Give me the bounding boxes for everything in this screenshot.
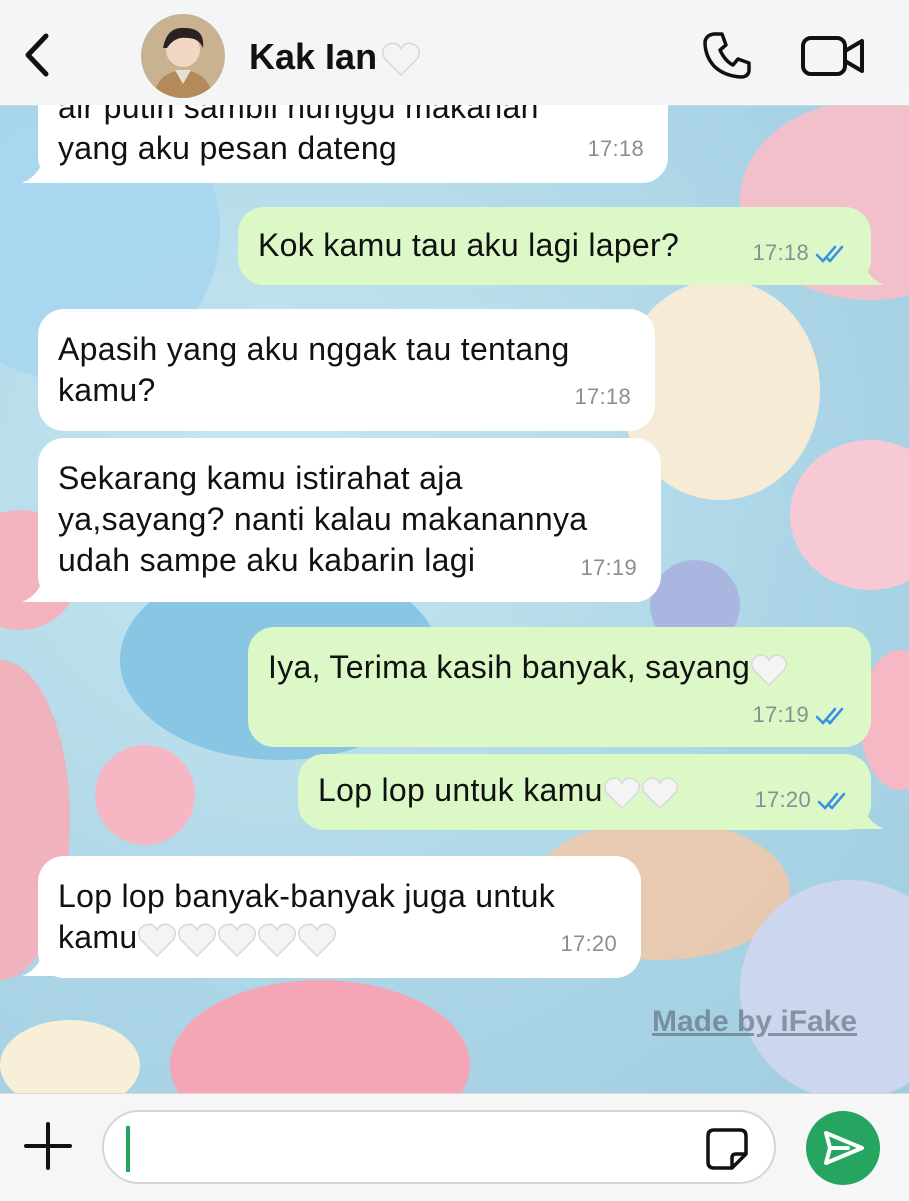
text-cursor xyxy=(126,1126,130,1172)
message-time: 17:18 xyxy=(752,240,809,265)
double-check-read-icon xyxy=(815,245,844,264)
message-text-line: udah sampe aku kabarin lagi xyxy=(58,542,476,578)
outgoing-message[interactable]: Lop lop untuk kamu 17:20 xyxy=(298,754,871,830)
outgoing-message[interactable]: Iya, Terima kasih banyak, sayang 17:19 xyxy=(248,627,871,747)
message-time: 17:18 xyxy=(574,384,631,409)
message-text-line: Sekarang kamu istirahat aja xyxy=(58,460,463,496)
message-meta: 17:20 xyxy=(754,779,851,820)
white-heart-icon xyxy=(641,776,678,809)
white-heart-icon xyxy=(382,42,421,77)
message-time: 17:20 xyxy=(754,787,811,812)
send-button[interactable] xyxy=(806,1111,880,1185)
message-text-line: Lop lop banyak-banyak juga untuk xyxy=(58,878,556,914)
message-text-line: kamu? xyxy=(58,372,156,408)
message-time: 17:19 xyxy=(752,702,809,727)
white-heart-icon xyxy=(138,922,177,957)
message-text-line: kamu xyxy=(58,919,138,955)
contact-name-text: Kak Ian xyxy=(249,36,378,77)
message-meta: 17:18 xyxy=(752,232,849,273)
send-icon xyxy=(824,1131,864,1165)
white-heart-icon xyxy=(298,922,337,957)
voice-call-icon[interactable] xyxy=(700,28,754,82)
incoming-message[interactable]: Sekarang kamu istirahat aja ya,sayang? n… xyxy=(38,438,661,602)
message-text: Iya, Terima kasih banyak, sayang xyxy=(268,649,751,685)
message-time: 17:18 xyxy=(587,136,644,161)
contact-avatar[interactable] xyxy=(141,14,225,98)
message-text-line: ya,sayang? nanti kalau makanannya xyxy=(58,501,588,537)
message-text-line: air putih sambil nunggu makanan xyxy=(58,105,539,125)
plus-icon[interactable] xyxy=(22,1120,74,1172)
bubble-tail xyxy=(22,149,60,183)
white-heart-icon xyxy=(751,653,788,686)
message-time: 17:19 xyxy=(580,555,637,580)
back-chevron-icon[interactable] xyxy=(18,30,58,80)
bubble-tail xyxy=(22,568,60,602)
bubble-tail xyxy=(846,251,884,285)
white-heart-icon xyxy=(258,922,297,957)
sticker-icon[interactable] xyxy=(704,1126,750,1172)
white-heart-icon xyxy=(218,922,257,957)
message-meta: 17:19 xyxy=(752,694,849,735)
bubble-tail xyxy=(22,942,60,976)
message-list[interactable]: air putih sambil nunggu makanan yang aku… xyxy=(0,105,909,1093)
bubble-tail xyxy=(846,795,884,829)
incoming-message[interactable]: Lop lop banyak-banyak juga untuk kamu 17… xyxy=(38,856,641,978)
contact-name[interactable]: Kak Ian xyxy=(249,36,421,78)
message-time: 17:20 xyxy=(560,931,617,956)
composer-bar xyxy=(0,1093,909,1201)
message-text: Lop lop untuk kamu xyxy=(318,772,603,808)
incoming-message[interactable]: air putih sambil nunggu makanan yang aku… xyxy=(38,105,668,183)
watermark: Made by iFake xyxy=(652,1005,858,1038)
outgoing-message[interactable]: Kok kamu tau aku lagi laper? 17:18 xyxy=(238,207,871,285)
white-heart-icon xyxy=(178,922,217,957)
chat-header: Kak Ian xyxy=(0,0,909,106)
message-text-line: Apasih yang aku nggak tau tentang xyxy=(58,331,570,367)
message-text-line: yang aku pesan dateng xyxy=(58,130,398,166)
incoming-message[interactable]: Apasih yang aku nggak tau tentang kamu? … xyxy=(38,309,655,431)
message-text: Kok kamu tau aku lagi laper? xyxy=(258,227,680,263)
white-heart-icon xyxy=(603,776,640,809)
message-input[interactable] xyxy=(102,1110,776,1184)
double-check-read-icon xyxy=(815,707,844,726)
video-call-icon[interactable] xyxy=(800,34,866,78)
